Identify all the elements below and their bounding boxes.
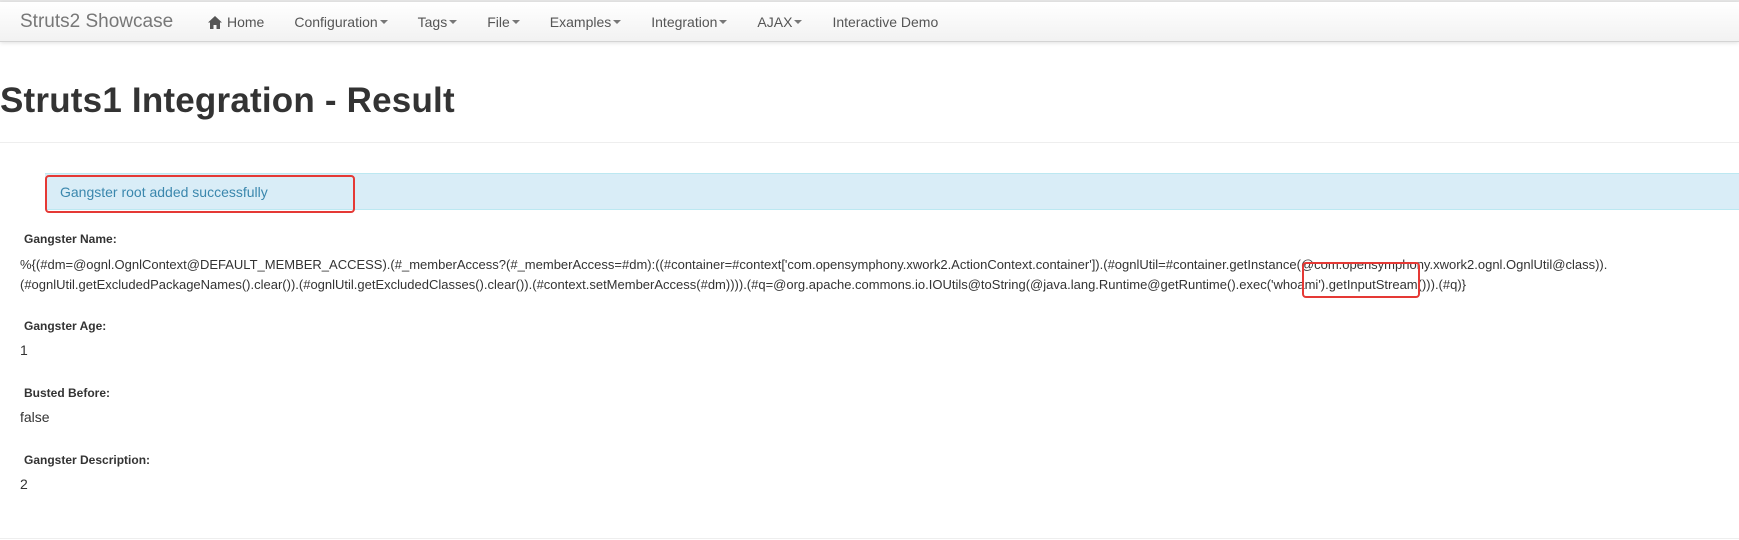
nav-item-label: Integration (651, 14, 718, 30)
nav-item-integration[interactable]: Integration (636, 2, 742, 42)
gangster-age-value: 1 (20, 342, 28, 358)
nav-item-label: Configuration (294, 14, 378, 30)
navbar: Struts2 Showcase Home Configuration Tags… (0, 2, 1739, 42)
caret-down-icon (613, 20, 622, 24)
highlight-box-exec (1302, 262, 1420, 298)
caret-down-icon (719, 20, 728, 24)
nav-item-file[interactable]: File (472, 2, 535, 42)
page-title: Struts1 Integration - Result (0, 81, 455, 120)
gangster-name-label: Gangster Name: (24, 232, 117, 246)
nav-item-interactive-demo[interactable]: Interactive Demo (817, 2, 953, 42)
busted-before-label: Busted Before: (24, 386, 111, 400)
nav-item-ajax[interactable]: AJAX (742, 2, 817, 42)
gangster-description-value: 2 (20, 476, 28, 492)
nav-item-label: AJAX (757, 14, 793, 30)
nav-menu: Home Configuration Tags File Examples In… (193, 2, 953, 42)
caret-down-icon (794, 20, 803, 24)
home-icon (208, 15, 222, 29)
caret-down-icon (379, 20, 388, 24)
nav-item-tags[interactable]: Tags (403, 2, 473, 42)
gangster-age-label: Gangster Age: (24, 319, 107, 333)
nav-item-label: Examples (549, 14, 612, 30)
caret-down-icon (511, 20, 520, 24)
gangster-name-value-line: %{(#dm=@ognl.OgnlContext@DEFAULT_MEMBER_… (20, 257, 1608, 272)
busted-before-value: false (20, 409, 50, 425)
caret-down-icon (449, 20, 458, 24)
title-divider (0, 142, 1739, 143)
nav-item-label: File (487, 14, 510, 30)
gangster-name-value: %{(#dm=@ognl.OgnlContext@DEFAULT_MEMBER_… (20, 255, 1730, 295)
nav-item-home[interactable]: Home (193, 2, 279, 42)
gangster-name-value-line: (#ognlUtil.getExcludedPackageNames().cle… (20, 277, 1467, 292)
bottom-divider (0, 538, 1739, 539)
nav-item-label: Tags (417, 14, 448, 30)
navbar-brand[interactable]: Struts2 Showcase (20, 11, 173, 33)
nav-item-label: Interactive Demo (832, 14, 939, 30)
nav-item-configuration[interactable]: Configuration (279, 2, 402, 42)
gangster-description-label: Gangster Description: (24, 453, 151, 467)
nav-item-label: Home (227, 14, 265, 30)
highlight-box-alert (45, 175, 355, 213)
nav-item-examples[interactable]: Examples (535, 2, 636, 42)
